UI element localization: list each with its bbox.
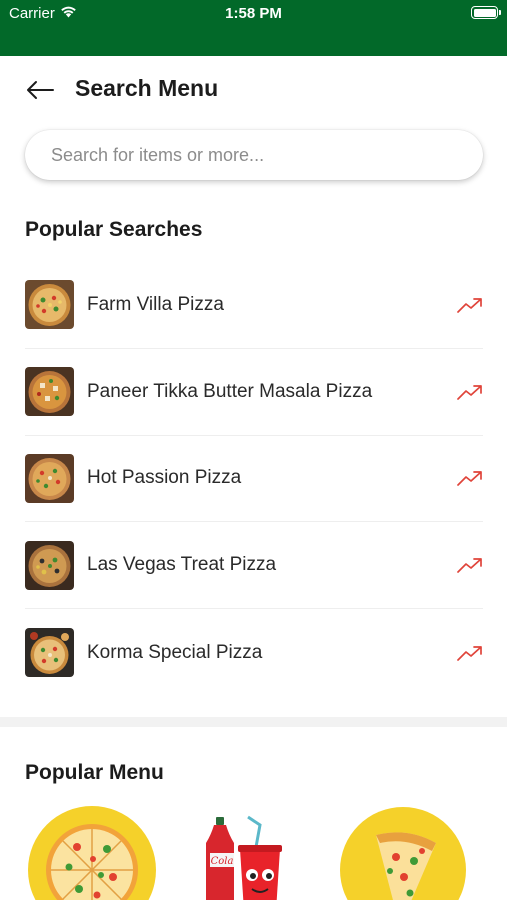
pizza-thumbnail bbox=[25, 453, 74, 503]
list-item-label: Las Vegas Treat Pizza bbox=[87, 554, 277, 576]
trending-up-icon bbox=[457, 471, 482, 487]
search-input[interactable] bbox=[51, 144, 483, 166]
popular-searches-list: Farm Villa Pizza Paneer Tikka Butter Mas… bbox=[25, 262, 483, 696]
section-divider bbox=[0, 717, 507, 727]
list-item[interactable]: Farm Villa Pizza bbox=[25, 262, 483, 349]
cola-drinks-icon: Cola bbox=[206, 815, 282, 900]
search-box[interactable] bbox=[25, 130, 483, 180]
list-item[interactable]: Korma Special Pizza bbox=[25, 609, 483, 696]
pizza-thumbnail bbox=[25, 367, 74, 417]
popular-searches-title: Popular Searches bbox=[25, 218, 203, 241]
trending-up-icon bbox=[457, 645, 482, 661]
menu-tile-pizza-slice[interactable] bbox=[340, 805, 470, 900]
menu-tile-pizza[interactable] bbox=[27, 805, 157, 900]
cola-label: Cola bbox=[211, 856, 234, 867]
list-item-label: Paneer Tikka Butter Masala Pizza bbox=[87, 380, 373, 402]
menu-tile-drinks[interactable]: Cola bbox=[188, 805, 318, 900]
status-time: 1:58 PM bbox=[225, 5, 282, 22]
pizza-slice-icon bbox=[340, 807, 466, 900]
trending-up-icon bbox=[457, 384, 482, 400]
header: Search Menu bbox=[0, 56, 507, 124]
popular-menu-row: Cola bbox=[0, 800, 507, 900]
back-button[interactable] bbox=[22, 74, 58, 106]
trending-up-icon bbox=[457, 558, 482, 574]
arrow-left-icon bbox=[27, 81, 54, 99]
popular-menu-title: Popular Menu bbox=[25, 761, 164, 784]
battery-icon bbox=[471, 6, 501, 19]
pizza-icon bbox=[28, 806, 156, 900]
page-title: Search Menu bbox=[75, 75, 219, 101]
pizza-thumbnail bbox=[25, 628, 74, 678]
pizza-thumbnail bbox=[25, 280, 74, 330]
pizza-thumbnail bbox=[25, 540, 74, 590]
list-item-label: Hot Passion Pizza bbox=[87, 467, 242, 489]
list-item-label: Korma Special Pizza bbox=[87, 641, 263, 663]
list-item[interactable]: Hot Passion Pizza bbox=[25, 436, 483, 523]
list-item-label: Farm Villa Pizza bbox=[87, 293, 224, 315]
status-bar: Carrier 1:58 PM bbox=[0, 0, 507, 56]
list-item[interactable]: Paneer Tikka Butter Masala Pizza bbox=[25, 349, 483, 436]
trending-up-icon bbox=[457, 298, 482, 313]
list-item[interactable]: Las Vegas Treat Pizza bbox=[25, 522, 483, 610]
